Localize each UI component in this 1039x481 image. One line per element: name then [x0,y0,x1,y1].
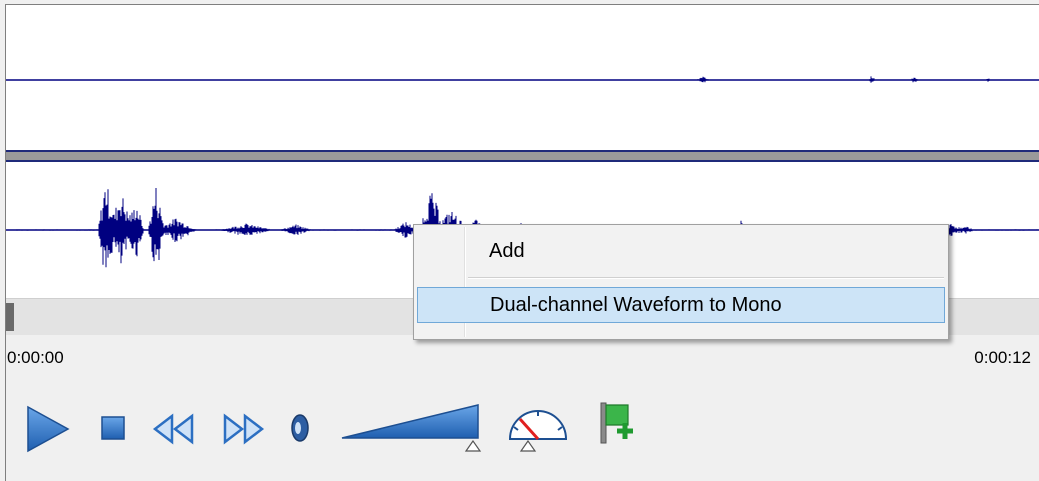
context-menu: Add Dual-channel Waveform to Mono [413,224,949,340]
time-end-label: 0:00:12 [974,348,1031,367]
speed-control[interactable] [506,403,570,460]
channel-divider[interactable] [6,150,1039,162]
rewind-button[interactable] [152,413,196,450]
stop-icon [101,416,125,440]
speaker-icon [291,414,309,442]
play-button[interactable] [22,403,74,460]
fast-forward-icon [223,413,265,445]
play-icon [27,405,70,453]
add-marker-flag-icon [600,402,633,444]
waveform-channel-left[interactable] [6,5,1039,150]
menu-item-dual-channel-to-mono[interactable]: Dual-channel Waveform to Mono [417,287,945,323]
scrollbar-thumb[interactable] [6,303,14,331]
volume-ramp-icon [341,404,482,452]
time-start-label: 0:00:00 [7,348,64,367]
volume-slider[interactable] [340,401,490,462]
waveform-left [6,76,1039,83]
add-marker-button[interactable] [598,401,638,450]
volume-thumb [464,439,482,452]
menu-item-add[interactable]: Add [417,233,945,269]
speed-gauge-icon [508,410,568,452]
playback-toolbar [0,395,1039,465]
menu-separator [468,277,944,279]
stop-button[interactable] [100,415,128,448]
mute-button[interactable] [288,411,312,450]
rewind-icon [152,413,194,445]
fast-forward-button[interactable] [222,413,266,450]
